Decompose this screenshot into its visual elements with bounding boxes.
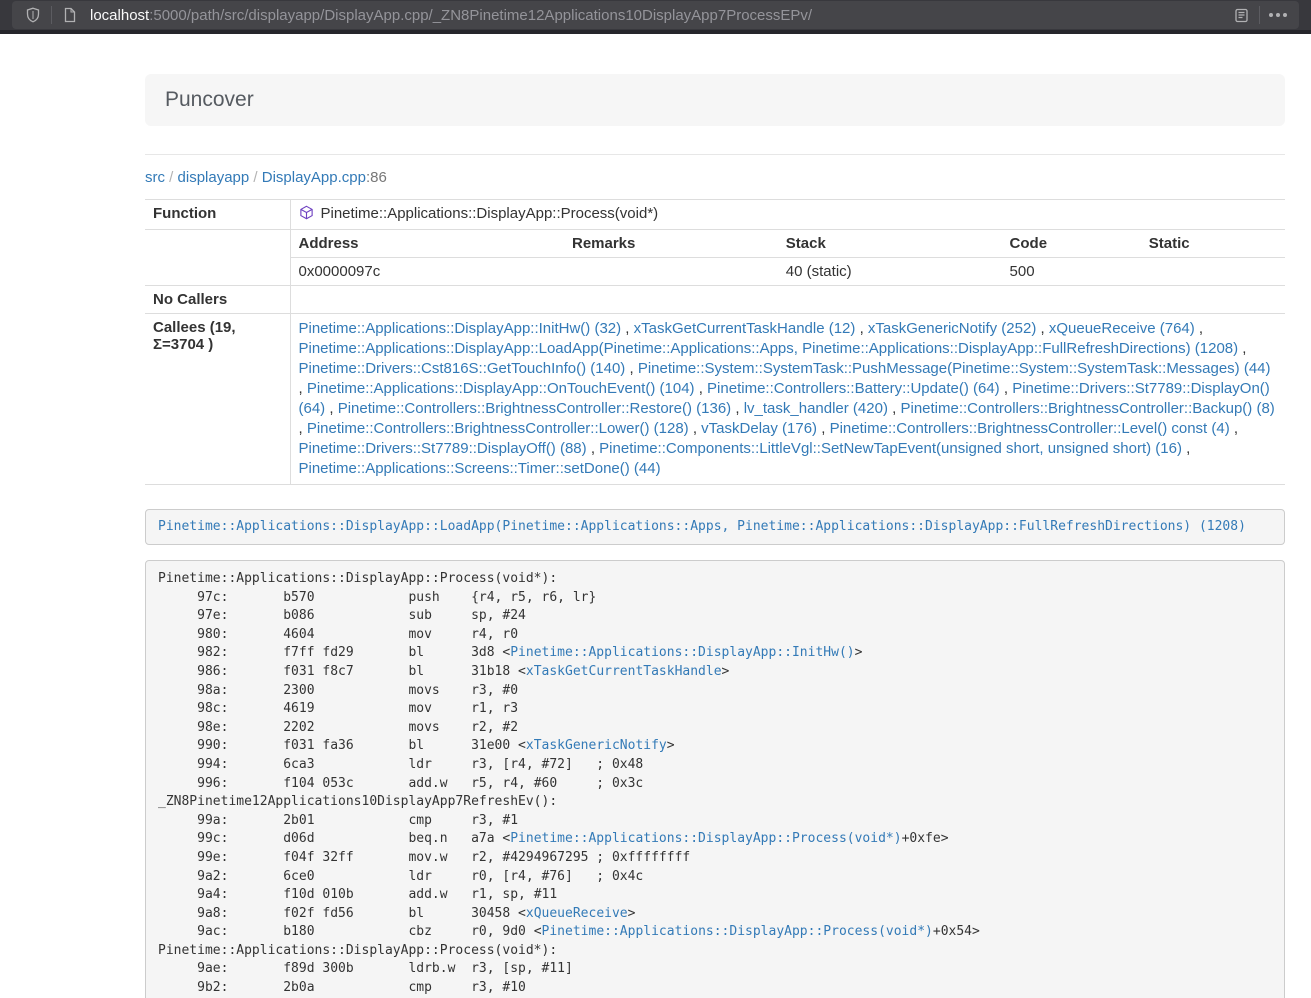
url-text[interactable]: localhost:5000/path/src/displayapp/Displ… [90,7,1228,24]
breadcrumb-link[interactable]: src [145,169,165,186]
address-value: 0x0000097c [291,258,564,286]
callers-row: No Callers [145,286,1285,314]
toolbar-divider [51,6,52,24]
page-title: Puncover [165,88,254,111]
code-symbol-link[interactable]: xTaskGenericNotify [526,738,667,753]
code-value: 500 [1002,258,1141,286]
static-value [1141,258,1285,286]
stats-row-gutter [145,230,290,286]
callee-link[interactable]: Pinetime::Controllers::BrightnessControl… [338,400,731,417]
callee-link[interactable]: xQueueReceive (764) [1049,320,1195,337]
callee-link[interactable]: xTaskGenericNotify (252) [868,320,1036,337]
callees-row: Callees (19, Σ=3704 ) Pinetime::Applicat… [145,314,1285,485]
col-address: Address [291,230,564,258]
callees-label: Callees (19, Σ=3704 ) [145,314,290,485]
function-label: Function [145,200,290,230]
callee-link[interactable]: Pinetime::Drivers::Cst816S::GetTouchInfo… [299,360,626,377]
code-symbol-link[interactable]: Pinetime::Applications::DisplayApp::Init… [510,645,854,660]
breadcrumb: src / displayapp / DisplayApp.cpp:86 [145,169,1285,186]
overflow-menu-icon[interactable] [1265,3,1291,27]
highlighted-symbol-link[interactable]: Pinetime::Applications::DisplayApp::Load… [158,519,1246,534]
divider [145,154,1285,155]
stats-value-row: 0x0000097c 40 (static) 500 [291,258,1286,286]
callees-list: Pinetime::Applications::DisplayApp::Init… [290,314,1285,485]
stats-row-wrap: Address Remarks Stack Code Static 0x0000… [145,230,1285,286]
callee-link[interactable]: Pinetime::Controllers::BrightnessControl… [307,420,689,437]
remarks-value [564,258,778,286]
callee-link[interactable]: vTaskDelay (176) [701,420,817,437]
stack-value: 40 (static) [778,258,1002,286]
highlighted-symbol-box: Pinetime::Applications::DisplayApp::Load… [145,509,1285,545]
callee-link[interactable]: Pinetime::Components::LittleVgl::SetNewT… [599,440,1182,457]
page-title-box: Puncover [145,74,1285,126]
callee-link[interactable]: Pinetime::Controllers::Battery::Update()… [707,380,1000,397]
stats-header-row: Address Remarks Stack Code Static [291,230,1286,258]
callee-link[interactable]: Pinetime::Applications::DisplayApp::Load… [299,340,1239,357]
shield-icon[interactable] [20,3,46,27]
breadcrumb-link[interactable]: DisplayApp.cpp [262,169,366,186]
col-remarks: Remarks [564,230,778,258]
url-path: :5000/path/src/displayapp/DisplayApp.cpp… [149,7,812,24]
breadcrumb-link[interactable]: displayapp [178,169,250,186]
disassembly-code: Pinetime::Applications::DisplayApp::Proc… [158,570,1272,998]
callee-link[interactable]: Pinetime::Applications::DisplayApp::Init… [299,320,622,337]
breadcrumb-separator: / [249,169,262,186]
callee-link[interactable]: Pinetime::Drivers::St7789::DisplayOff() … [299,440,587,457]
browser-toolbar: localhost:5000/path/src/displayapp/Displ… [0,0,1311,34]
function-row: Function Pinetime::Applications::Display… [145,200,1285,230]
symbol-cube-icon [299,205,314,224]
toolbar-divider [1259,6,1260,24]
symbol-table: Function Pinetime::Applications::Display… [145,199,1285,485]
callee-link[interactable]: Pinetime::System::SystemTask::PushMessag… [638,360,1271,377]
code-symbol-link[interactable]: xTaskGetCurrentTaskHandle [526,664,722,679]
col-code: Code [1002,230,1141,258]
url-host: localhost [90,7,149,24]
breadcrumb-line-number: :86 [366,169,387,186]
function-name: Pinetime::Applications::DisplayApp::Proc… [321,205,659,222]
callee-link[interactable]: Pinetime::Controllers::BrightnessControl… [900,400,1274,417]
breadcrumb-separator: / [165,169,178,186]
callee-link[interactable]: Pinetime::Applications::DisplayApp::OnTo… [307,380,695,397]
callee-link[interactable]: Pinetime::Applications::Screens::Timer::… [299,460,661,477]
callee-link[interactable]: xTaskGetCurrentTaskHandle (12) [634,320,856,337]
callee-link[interactable]: lv_task_handler (420) [744,400,888,417]
code-symbol-link[interactable]: Pinetime::Applications::DisplayApp::Proc… [510,831,901,846]
url-bar[interactable]: localhost:5000/path/src/displayapp/Displ… [12,1,1299,29]
reader-mode-icon[interactable] [1228,3,1254,27]
code-symbol-link[interactable]: Pinetime::Applications::DisplayApp::Proc… [542,924,933,939]
no-callers-label: No Callers [145,286,290,314]
disassembly-block: Pinetime::Applications::DisplayApp::Proc… [145,560,1285,998]
code-symbol-link[interactable]: xQueueReceive [526,906,628,921]
col-stack: Stack [778,230,1002,258]
page-icon [57,3,83,27]
col-static: Static [1141,230,1285,258]
stats-table: Address Remarks Stack Code Static 0x0000… [291,230,1286,285]
callee-link[interactable]: Pinetime::Controllers::BrightnessControl… [830,420,1230,437]
callers-cell [290,286,1285,314]
